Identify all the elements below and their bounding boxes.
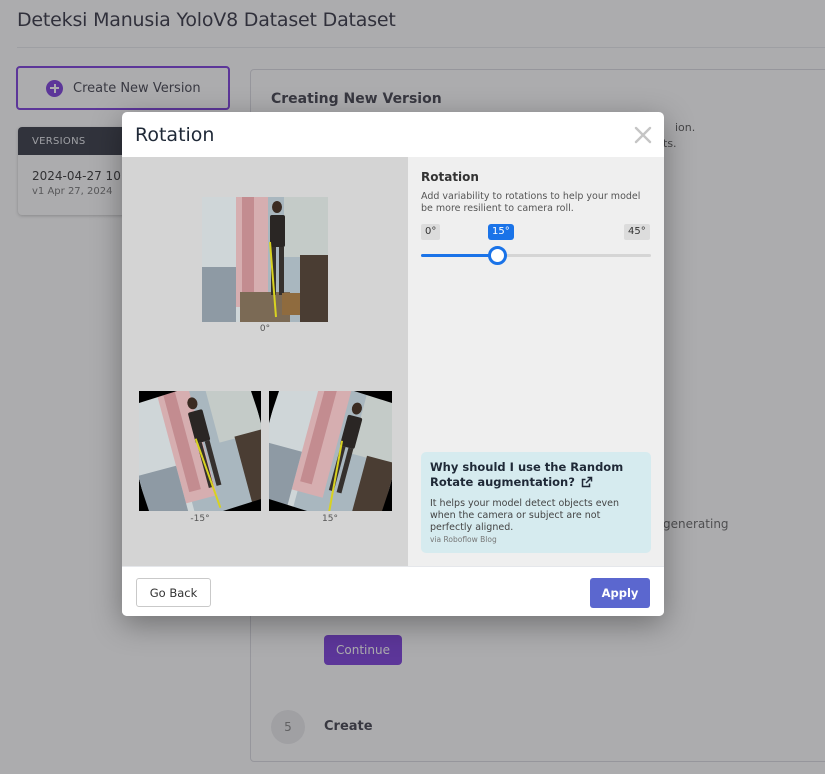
slider-fill (421, 254, 498, 257)
close-icon[interactable] (633, 125, 653, 145)
apply-button[interactable]: Apply (590, 578, 650, 608)
slider-min-label: 0° (421, 224, 441, 240)
preview-image-minus15 (139, 391, 261, 511)
info-card-body: It helps your model detect objects even … (430, 498, 620, 533)
preview-caption-0: 0° (259, 324, 271, 334)
augmentation-preview-pane: 0° -15° 15° (122, 157, 408, 566)
preview-image-plus15 (269, 391, 392, 511)
modal-title: Rotation (135, 124, 215, 146)
modal-header: Rotation (122, 112, 664, 157)
info-card-source: via Roboflow Blog (430, 535, 497, 544)
rotation-setting-heading: Rotation (421, 170, 479, 184)
preview-caption-plus15: 15° (322, 514, 338, 524)
info-card-title-text: Why should I use the Random Rotate augme… (430, 460, 624, 489)
rotation-setting-description: Add variability to rotations to help you… (421, 191, 641, 214)
preview-image-0 (202, 197, 328, 322)
go-back-button[interactable]: Go Back (136, 578, 211, 607)
slider-handle[interactable] (488, 246, 508, 265)
rotation-settings-pane: Rotation Add variability to rotations to… (408, 157, 664, 566)
modal-footer: Go Back Apply (122, 566, 664, 616)
rotation-modal: Rotation 0° -15° 15° Rotation Add variab… (122, 112, 664, 616)
info-card[interactable]: Why should I use the Random Rotate augme… (421, 452, 651, 553)
info-card-title[interactable]: Why should I use the Random Rotate augme… (430, 460, 630, 490)
preview-caption-minus15: -15° (190, 514, 210, 524)
external-link-icon (581, 476, 593, 488)
rotation-slider[interactable] (421, 246, 651, 265)
slider-max-label: 45° (624, 224, 650, 240)
slider-current-value: 15° (488, 224, 514, 240)
